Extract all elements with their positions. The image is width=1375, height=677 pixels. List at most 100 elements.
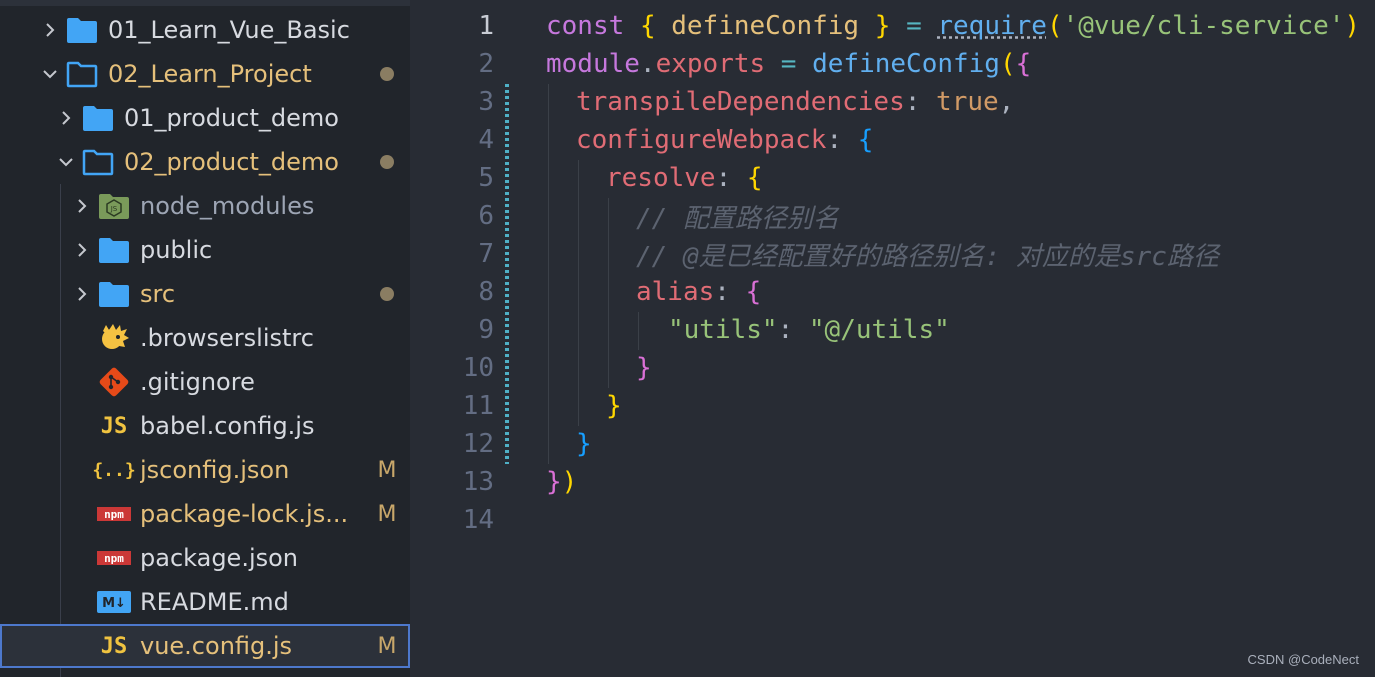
modified-dot-icon [380,67,394,81]
code-text: "utils": "@/utils" [668,315,950,345]
tree-item-label: 02_product_demo [124,148,339,176]
svg-text:JS: JS [110,205,118,213]
tree-item-jsconfig[interactable]: {..} jsconfig.json M [0,448,410,492]
tree-item-node-modules[interactable]: JS node_modules [0,184,410,228]
tree-item-01-product-demo[interactable]: 01_product_demo [0,96,410,140]
tree-item-label: babel.config.js [140,412,315,440]
tree-item-gitignore[interactable]: .gitignore [0,360,410,404]
tree-item-readme[interactable]: M↓ README.md [0,580,410,624]
tree-item-label: .browserslistrc [140,324,314,352]
tree-item-02-product-demo[interactable]: 02_product_demo [0,140,410,184]
chevron-right-icon[interactable] [36,8,64,52]
tree-item-label: 01_product_demo [124,104,339,132]
modified-dot-icon [380,155,394,169]
javascript-icon: JS [100,633,128,659]
code-line[interactable]: 13 }) [410,463,1375,501]
folder-icon [96,228,132,272]
code-line[interactable]: 14 [410,501,1375,539]
code-line[interactable]: 8 alias: { [410,273,1375,311]
folder-icon [96,272,132,316]
tree-item-label: 01_Learn_Vue_Basic [108,16,350,44]
node-folder-icon: JS [96,184,132,228]
code-line[interactable]: 7 // @是已经配置好的路径别名: 对应的是src路径 [410,235,1375,273]
watermark: CSDN @CodeNect [1247,652,1359,667]
line-number: 8 [478,277,494,307]
tree-item-label: README.md [140,588,289,616]
line-number: 9 [478,315,494,345]
code-line[interactable]: 3 transpileDependencies: true, [410,83,1375,121]
chevron-down-icon[interactable] [36,52,64,96]
code-line[interactable]: 11 } [410,387,1375,425]
line-number: 4 [478,125,494,155]
chevron-right-icon[interactable] [68,228,96,272]
git-status-badge: M [377,501,397,527]
chevron-right-icon[interactable] [68,272,96,316]
tree-item-label: jsconfig.json [140,456,290,484]
json-icon: {..} [92,459,136,481]
tree-item-label: src [140,280,176,308]
code-text: } [576,429,592,459]
code-line[interactable]: 9 "utils": "@/utils" [410,311,1375,349]
tree-item-label: package.json [140,544,299,572]
code-text: } [636,353,652,383]
tree-item-package-lock[interactable]: npm package-lock.js... M [0,492,410,536]
browserslist-icon [96,316,132,360]
code-text: const { defineConfig } = require('@vue/c… [546,11,1361,41]
npm-icon: npm [96,492,132,536]
tree-item-label: package-lock.js... [140,500,349,528]
markdown-icon: M↓ [96,580,132,624]
code-comment: // 配置路径别名 [636,203,839,234]
code-comment: // @是已经配置好的路径别名: 对应的是src路径 [636,241,1219,272]
code-text: transpileDependencies: true, [576,87,1015,117]
code-text: } [606,391,622,421]
code-text: alias: { [636,277,762,307]
chevron-right-icon[interactable] [68,184,96,228]
tree-item-01-learn-vue-basic[interactable]: 01_Learn_Vue_Basic [0,8,410,52]
line-number: 5 [478,163,494,193]
svg-text:npm: npm [104,552,124,565]
tree-item-label: public [140,236,213,264]
tree-item-label: node_modules [140,192,315,220]
tree-item-src[interactable]: src [0,272,410,316]
tree-item-vue-config[interactable]: JS vue.config.js M [0,624,410,668]
code-text: module.exports = defineConfig({ [546,49,1032,79]
line-number: 14 [462,505,494,535]
folder-open-icon [80,140,116,184]
code-line[interactable]: 1 const { defineConfig } = require('@vue… [410,7,1375,45]
explorer-header-edge [0,0,410,6]
code-line[interactable]: 6 // 配置路径别名 [410,197,1375,235]
file-explorer: 01_Learn_Vue_Basic 02_Learn_Project 01_p… [0,0,410,677]
line-number: 7 [478,239,494,269]
code-line[interactable]: 2 module.exports = defineConfig({ [410,45,1375,83]
tree-item-package-json[interactable]: npm package.json [0,536,410,580]
folder-icon [80,96,116,140]
tree-item-label: 02_Learn_Project [108,60,312,88]
line-number: 3 [478,87,494,117]
code-line[interactable]: 12 } [410,425,1375,463]
code-text: configureWebpack: { [576,125,874,155]
tree-item-02-learn-project[interactable]: 02_Learn_Project [0,52,410,96]
line-number: 1 [478,11,494,41]
modified-dot-icon [380,287,394,301]
code-editor[interactable]: 1 const { defineConfig } = require('@vue… [410,0,1375,677]
line-number: 10 [462,353,494,383]
chevron-right-icon[interactable] [52,96,80,140]
npm-icon: npm [96,536,132,580]
code-text: resolve: { [606,163,763,193]
tree-item-label: .gitignore [140,368,255,396]
code-line[interactable]: 5 resolve: { [410,159,1375,197]
chevron-down-icon[interactable] [52,140,80,184]
tree-item-babel-config[interactable]: JS babel.config.js [0,404,410,448]
code-line[interactable]: 4 configureWebpack: { [410,121,1375,159]
code-line[interactable]: 10 } [410,349,1375,387]
svg-text:M↓: M↓ [102,596,126,611]
line-number: 13 [462,467,494,497]
git-icon [96,360,132,404]
tree-item-browserslistrc[interactable]: .browserslistrc [0,316,410,360]
code-text: }) [546,467,578,497]
tree-item-label: vue.config.js [140,632,293,660]
svg-text:npm: npm [104,508,124,521]
git-status-badge: M [377,633,397,659]
line-number: 11 [462,391,494,421]
tree-item-public[interactable]: public [0,228,410,272]
